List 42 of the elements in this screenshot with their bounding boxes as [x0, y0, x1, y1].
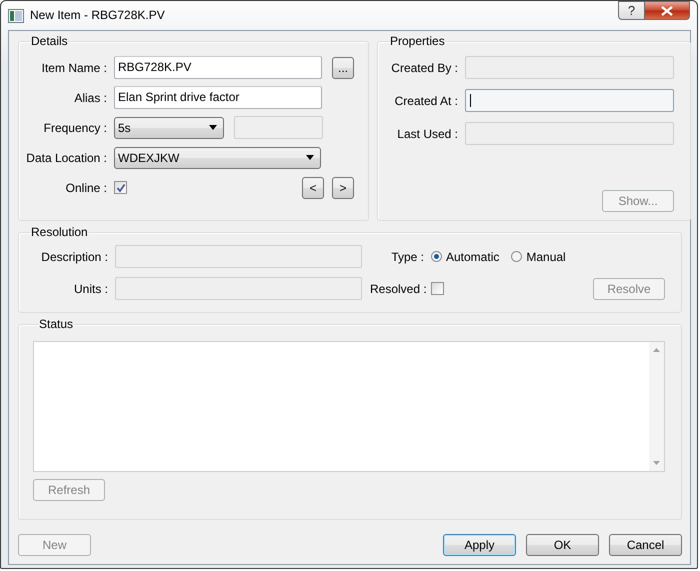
- group-title: Details: [31, 34, 68, 48]
- checkbox[interactable]: [431, 282, 444, 295]
- scroll-down-icon: [653, 461, 660, 465]
- group-title: Status: [39, 317, 74, 331]
- text-cursor: [470, 94, 471, 107]
- text-field[interactable]: Elan Sprint drive factor: [114, 86, 322, 109]
- caret-icon: [306, 155, 314, 160]
- browse-button[interactable]: ...: [332, 56, 354, 78]
- checkbox[interactable]: [114, 181, 127, 194]
- dialog-button[interactable]: OK: [526, 534, 599, 556]
- field-label: Item Name :: [40, 60, 108, 74]
- close-icon: [661, 6, 673, 16]
- dropdown[interactable]: 5s: [114, 116, 224, 138]
- caret-icon: [209, 125, 217, 130]
- window-title: New Item - RBG728K.PV: [30, 8, 165, 22]
- field-label: Online :: [64, 180, 108, 194]
- scroll-up-icon: [653, 348, 660, 352]
- field-label: Type :: [390, 250, 425, 264]
- scrollbar[interactable]: [649, 342, 664, 471]
- radio-button[interactable]: Manual: [511, 250, 566, 264]
- nav-button[interactable]: <: [302, 176, 324, 198]
- field-label: Resolved :: [370, 282, 428, 296]
- close-button[interactable]: [645, 1, 690, 20]
- field-label: Description :: [40, 250, 109, 264]
- radio-button[interactable]: Automatic: [431, 250, 500, 264]
- field-label: Units :: [72, 282, 109, 296]
- nav-button[interactable]: >: [332, 176, 354, 198]
- field-label: Created By :: [390, 60, 459, 74]
- field-label: Last Used :: [396, 126, 459, 140]
- field-label: Alias :: [73, 90, 108, 104]
- help-button[interactable]: ?: [618, 1, 645, 20]
- text-field[interactable]: RBG728K.PV: [114, 56, 322, 79]
- window-icon: [8, 8, 24, 24]
- group-title: Resolution: [31, 225, 88, 239]
- field-label: Frequency :: [42, 120, 108, 134]
- field-label: Data Location :: [25, 150, 108, 164]
- group-title: Properties: [390, 34, 445, 48]
- dropdown[interactable]: WDEXJKW: [114, 146, 321, 168]
- dialog-button[interactable]: Cancel: [609, 534, 682, 556]
- dialog-button[interactable]: Apply: [443, 534, 516, 556]
- status-text-area[interactable]: [33, 341, 665, 472]
- field-label: Created At :: [394, 94, 459, 108]
